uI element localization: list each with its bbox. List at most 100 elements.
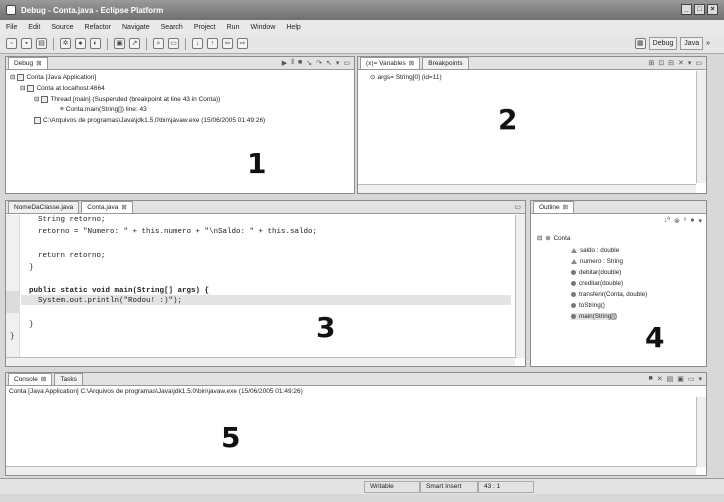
menu-edit[interactable]: Edit [28, 24, 40, 31]
code-line[interactable]: } [20, 321, 34, 329]
vertical-scrollbar[interactable] [515, 215, 525, 358]
tab-conta[interactable]: Conta.java ⊠ [81, 201, 133, 213]
tree-item[interactable]: ⊟ Thread [main] (Suspended (breakpoint at… [34, 95, 220, 103]
show-logical-icon[interactable]: ⊡ [658, 59, 664, 67]
step-return-icon[interactable]: ↖ [326, 59, 332, 67]
resume-icon[interactable]: ▶ [282, 59, 287, 67]
external-tools-icon[interactable]: ◐ [90, 38, 101, 49]
close-icon[interactable]: ⊠ [36, 60, 41, 67]
show-type-icon[interactable]: ⊞ [648, 59, 654, 67]
search-icon[interactable]: ⌕ [153, 38, 164, 49]
close-button[interactable]: × [707, 4, 718, 15]
tab-outline[interactable]: Outline ⊠ [533, 201, 575, 213]
code-line[interactable]: System.out.println("Rodou! :)"); [20, 297, 182, 305]
outline-item[interactable]: main(String[]) [571, 313, 617, 320]
tree-item[interactable]: ⊟ Conta [Java Application] [10, 73, 96, 81]
collapse-icon[interactable]: ⊟ [34, 95, 39, 103]
vertical-scrollbar[interactable] [696, 397, 706, 467]
forward-icon[interactable]: ⇨ [237, 38, 248, 49]
step-into-icon[interactable]: ↘ [306, 59, 312, 67]
menu-navigate[interactable]: Navigate [122, 24, 150, 31]
run-icon[interactable]: ● [75, 38, 86, 49]
print-icon[interactable]: ▤ [36, 38, 47, 49]
hide-nonpublic-icon[interactable]: ● [690, 217, 694, 225]
hide-static-icon[interactable]: ˢ [684, 217, 686, 225]
menu-source[interactable]: Source [51, 24, 73, 31]
horizontal-scrollbar[interactable] [6, 357, 515, 366]
close-icon[interactable]: ⊠ [409, 60, 414, 67]
suspend-icon[interactable]: ‖ [291, 59, 294, 67]
prev-annotation-icon[interactable]: ↑ [207, 38, 218, 49]
menu-project[interactable]: Project [194, 24, 216, 31]
outline-item[interactable]: saldo : double [571, 247, 619, 254]
code-line[interactable]: String retorno; [20, 216, 106, 224]
close-icon[interactable]: ⊠ [563, 204, 568, 211]
next-annotation-icon[interactable]: ↓ [192, 38, 203, 49]
debug-perspective-button[interactable]: Debug [648, 37, 678, 50]
code-line[interactable]: retorno = "Numero: " + this.numero + "\n… [20, 228, 317, 236]
tab-debug[interactable]: Debug ⊠ [8, 57, 48, 69]
tab-variables[interactable]: (x)= Variables ⊠ [360, 57, 421, 69]
hide-fields-icon[interactable]: ⊗ [674, 217, 680, 225]
outline-root[interactable]: ⊟ ⊚ Conta [537, 235, 570, 242]
pin-console-icon[interactable]: ▣ [677, 375, 684, 383]
outline-item[interactable]: debitar(double) [571, 269, 621, 276]
outline-item[interactable]: transferir(Conta, double) [571, 291, 647, 298]
collapse-icon[interactable]: ⊟ [20, 84, 25, 92]
remove-launch-icon[interactable]: ✕ [657, 375, 663, 383]
terminate-icon[interactable]: ■ [298, 59, 302, 67]
variable-row[interactable]: ⊙ args= String[0] (id=11) [370, 73, 442, 82]
code-line[interactable]: public static void main(String[] args) { [20, 287, 209, 295]
close-icon[interactable]: ⊠ [41, 376, 46, 383]
tab-nomedaclasse[interactable]: NomeDaClasse.java [8, 201, 80, 213]
open-type-icon[interactable]: ↗ [129, 38, 140, 49]
terminate-icon[interactable]: ■ [649, 375, 653, 383]
view-menu-icon[interactable]: ▾ [688, 59, 692, 67]
view-menu-icon[interactable]: ▾ [336, 59, 340, 67]
clear-console-icon[interactable]: ▤ [667, 375, 674, 383]
menu-refactor[interactable]: Refactor [85, 24, 111, 31]
code-line[interactable]: } [10, 333, 15, 341]
vertical-scrollbar[interactable] [696, 71, 706, 183]
menu-window[interactable]: Window [250, 24, 275, 31]
close-icon[interactable]: ⊠ [121, 204, 126, 211]
sort-icon[interactable]: ↓ª [664, 217, 670, 225]
menu-help[interactable]: Help [286, 24, 300, 31]
minimize-button[interactable]: _ [681, 4, 692, 15]
code-line[interactable]: return retorno; [20, 252, 106, 260]
new-icon[interactable]: ▫ [6, 38, 17, 49]
maximize-button[interactable]: □ [694, 4, 705, 15]
java-perspective-button[interactable]: Java [680, 37, 704, 50]
tab-breakpoints[interactable]: Breakpoints [422, 57, 469, 69]
menu-run[interactable]: Run [227, 24, 240, 31]
save-icon[interactable]: ▪ [21, 38, 32, 49]
new-package-icon[interactable]: ▣ [114, 38, 125, 49]
tree-item[interactable]: ⊟ Conta at localhost:4664 [20, 84, 105, 92]
task-icon[interactable]: ▭ [168, 38, 179, 49]
tree-item[interactable]: C:\Arquivos de programas\Java\jdk1.5.0\b… [34, 117, 265, 124]
collapse-icon[interactable]: ⊟ [537, 235, 542, 242]
tab-console[interactable]: Console ⊠ [8, 373, 53, 385]
menu-file[interactable]: File [6, 24, 17, 31]
view-menu-icon[interactable]: ▾ [698, 217, 702, 225]
more-perspectives-button[interactable]: » [706, 40, 710, 47]
breakpoint-marker[interactable] [6, 291, 20, 313]
collapse-icon[interactable]: ⊟ [10, 73, 15, 81]
horizontal-scrollbar[interactable] [358, 184, 696, 193]
debug-icon[interactable]: ✲ [60, 38, 71, 49]
collapse-all-icon[interactable]: ⊟ [668, 59, 674, 67]
step-over-icon[interactable]: ↷ [316, 59, 322, 67]
back-icon[interactable]: ⇦ [222, 38, 233, 49]
outline-item[interactable]: numero : String [571, 258, 623, 265]
minimize-view-icon[interactable]: ▭ [343, 59, 350, 67]
view-menu-icon[interactable]: ▾ [698, 375, 702, 383]
display-console-icon[interactable]: ▭ [688, 375, 695, 383]
outline-item[interactable]: creditar(double) [571, 280, 623, 287]
horizontal-scrollbar[interactable] [6, 466, 696, 475]
remove-icon[interactable]: ✕ [678, 59, 684, 67]
minimize-view-icon[interactable]: ▭ [695, 59, 702, 67]
code-line[interactable]: } [20, 264, 34, 272]
maximize-editor-icon[interactable]: ▭ [514, 203, 521, 211]
stack-frame[interactable]: ≡ Conta.main(String[]) line: 43 [60, 106, 147, 113]
menu-search[interactable]: Search [161, 24, 183, 31]
